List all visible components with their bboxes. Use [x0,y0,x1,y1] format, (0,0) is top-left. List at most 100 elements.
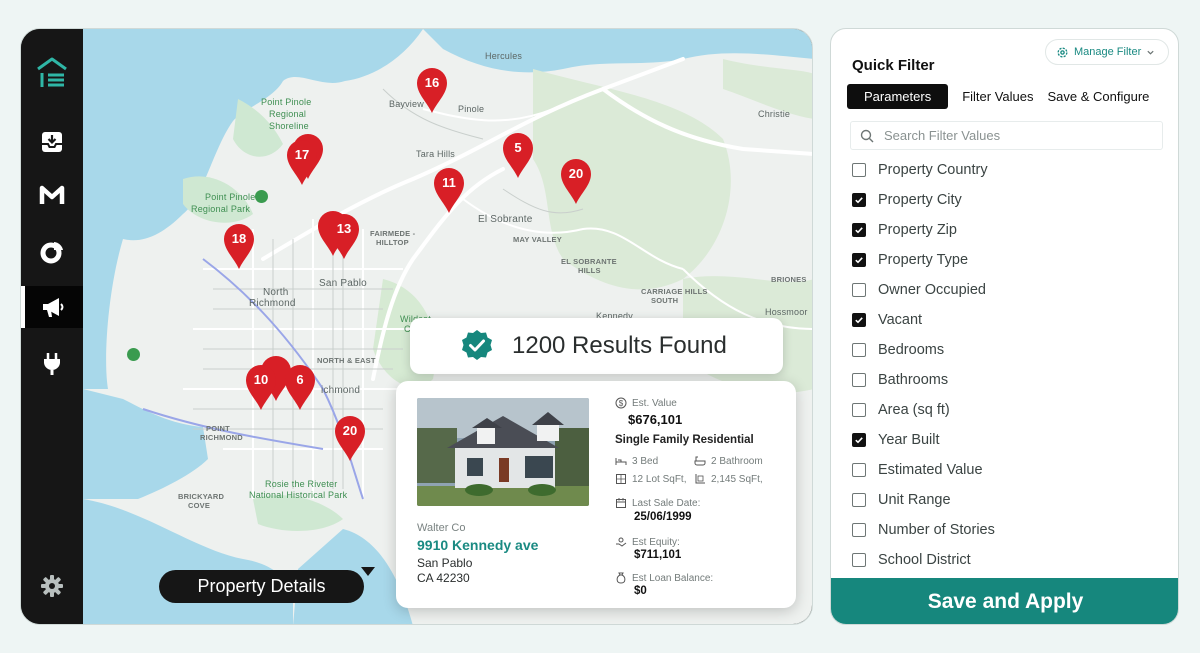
filter-option-label: Property Zip [878,222,957,238]
bed-icon [615,458,627,465]
filter-option[interactable]: Number of Stories [852,515,1162,545]
map-label: Rosie the Riveter [265,479,338,489]
hand-money-icon [616,537,627,547]
map-label: POINT [206,424,230,433]
last-sale-label: Last Sale Date: [615,497,700,509]
map-label: HILLTOP [376,238,409,247]
filter-option[interactable]: Unit Range [852,485,1162,515]
checkbox-unchecked[interactable] [852,553,866,567]
last-sale-date: 25/06/1999 [634,511,692,523]
checkbox-unchecked[interactable] [852,343,866,357]
sidebar-item-integrations[interactable] [21,342,83,384]
megaphone-icon [43,298,64,317]
checkmark-icon [855,317,863,324]
filter-option[interactable]: Bathrooms [852,365,1162,395]
caret-down-icon [361,567,375,576]
map-label: Tara Hills [416,149,456,159]
checkbox-unchecked[interactable] [852,163,866,177]
filter-option-label: Area (sq ft) [878,402,950,418]
map-pin[interactable]: 20 [559,157,593,205]
sidebar [21,29,83,624]
map-label: COVE [188,501,211,510]
checkbox-unchecked[interactable] [852,493,866,507]
map-label: SOUTH [651,296,679,305]
results-banner: 1200 Results Found [410,318,783,374]
filter-option[interactable]: Owner Occupied [852,275,1162,305]
filter-option-label: Property City [878,192,962,208]
money-bag-icon [616,572,626,584]
map-pin[interactable]: 5 [501,131,535,179]
sidebar-item-m[interactable] [21,175,83,217]
filter-option[interactable]: Property Zip [852,215,1162,245]
map-label: Point Pinole [261,97,312,107]
sidebar-item-campaigns[interactable] [21,286,83,328]
filter-option[interactable]: Property City [852,185,1162,215]
sqft-info: 2,145 SqFt, [694,473,763,485]
owner-name: Walter Co [417,522,466,534]
beds-info: 3 Bed [615,455,658,467]
map-pin[interactable]: 13 [327,212,361,260]
checkbox-checked[interactable] [852,253,866,267]
map-label: Pinole [458,104,485,114]
search-filter-input[interactable] [884,128,1162,143]
property-address[interactable]: 9910 Kennedy ave [417,537,538,553]
filter-option-label: Unit Range [878,492,951,508]
map-pin[interactable]: 18 [222,222,256,270]
map-pin[interactable]: 20 [333,414,367,462]
checkbox-unchecked[interactable] [852,283,866,297]
inbox-download-icon [42,132,62,152]
checkbox-unchecked[interactable] [852,463,866,477]
map-label: BRICKYARD [178,492,225,501]
search-box [850,121,1163,150]
tab-save-configure[interactable]: Save & Configure [1041,84,1157,109]
map-pin[interactable]: 10 [244,363,278,411]
area-icon [695,474,705,484]
sidebar-item-analytics[interactable] [21,231,83,273]
park-marker-icon [255,190,268,203]
panel-title: Quick Filter [852,57,935,74]
checkbox-checked[interactable] [852,433,866,447]
map-pin[interactable]: 17 [285,138,319,186]
map-pin[interactable]: 16 [415,66,449,114]
filter-option[interactable]: Vacant [852,305,1162,335]
checkbox-unchecked[interactable] [852,523,866,537]
map-label: Shoreline [269,121,309,131]
checkbox-unchecked[interactable] [852,403,866,417]
map-pin[interactable]: 11 [432,166,466,214]
filter-option[interactable]: Property Type [852,245,1162,275]
checkbox-checked[interactable] [852,223,866,237]
filter-option[interactable]: School District [852,545,1162,575]
map-label: North [263,287,289,298]
tab-filter-values[interactable]: Filter Values [955,84,1040,109]
map-label: Hossmoor [765,307,808,317]
save-and-apply-button[interactable]: Save and Apply [831,578,1178,624]
checkbox-checked[interactable] [852,313,866,327]
property-state-zip: CA 42230 [417,571,470,585]
map-label: BRIONES [771,275,807,284]
est-value: $676,101 [628,412,683,427]
map-label: EL SOBRANTE [561,257,617,266]
filter-option[interactable]: Property Country [852,155,1162,185]
lot-size-icon [616,474,626,484]
filter-option[interactable]: Estimated Value [852,455,1162,485]
quick-filter-panel: Manage Filter Quick Filter Parameters Fi… [830,28,1179,625]
sidebar-item-settings[interactable] [21,565,83,607]
filter-option[interactable]: Area (sq ft) [852,395,1162,425]
property-details-button[interactable]: Property Details [159,570,364,603]
donut-chart-icon [40,242,63,264]
property-card[interactable]: Walter Co 9910 Kennedy ave San Pablo CA … [396,381,796,608]
map-label: ichmond [321,385,361,396]
sidebar-item-inbox[interactable] [21,121,83,163]
filter-option[interactable]: Year Built [852,425,1162,455]
manage-filter-button[interactable]: Manage Filter [1045,39,1169,65]
checkbox-unchecked[interactable] [852,373,866,387]
map-pin[interactable]: 6 [283,363,317,411]
tab-parameters[interactable]: Parameters [847,84,949,109]
filter-option[interactable]: Bedrooms [852,335,1162,365]
plug-icon [44,353,60,375]
brand-logo-icon[interactable] [34,55,70,91]
filter-option-label: Bathrooms [878,372,949,388]
loan-label: Est Loan Balance: [615,572,713,584]
checkbox-checked[interactable] [852,193,866,207]
est-value-label: $ Est. Value [615,397,677,409]
